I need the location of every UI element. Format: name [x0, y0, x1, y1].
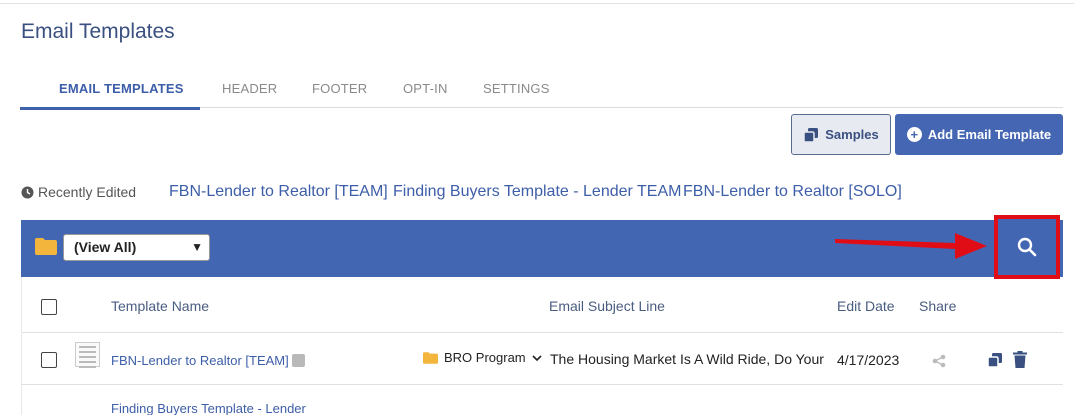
folder-icon — [423, 351, 438, 364]
plus-circle-icon: + — [906, 127, 922, 142]
table-row: FBN-Lender to Realtor [TEAM] BRO Program… — [21, 334, 1063, 385]
tab-bar: EMAIL TEMPLATES HEADER FOOTER OPT-IN SET… — [21, 70, 1063, 108]
subject-cell: The Housing Market Is A Wild Ride, Do Yo… — [550, 351, 824, 367]
tab-email-templates[interactable]: EMAIL TEMPLATES — [59, 70, 184, 108]
recently-edited-text: Recently Edited — [38, 184, 137, 200]
copy-icon — [803, 127, 819, 143]
column-template-name[interactable]: Template Name — [111, 298, 209, 314]
search-icon — [1017, 237, 1037, 257]
row-checkbox[interactable] — [41, 352, 57, 368]
template-name[interactable]: Finding Buyers Template - Lender — [111, 401, 306, 415]
share-icon[interactable] — [932, 354, 946, 368]
copy-icon[interactable] — [987, 352, 1003, 368]
active-tab-indicator — [20, 107, 200, 110]
table-row: Finding Buyers Template - Lender — [21, 385, 1063, 415]
chevron-down-icon — [532, 354, 542, 361]
page-title: Email Templates — [21, 20, 175, 43]
recently-edited-bar: Recently Edited — [21, 182, 136, 202]
search-button[interactable] — [994, 215, 1060, 279]
folder-filter-value: (View All) — [74, 239, 137, 255]
folder-icon — [35, 238, 57, 255]
template-name-cell[interactable]: FBN-Lender to Realtor [TEAM] — [111, 353, 305, 368]
table-header: Template Name Email Subject Line Edit Da… — [21, 277, 1063, 333]
recently-edited-label: Recently Edited — [21, 184, 136, 200]
template-name[interactable]: FBN-Lender to Realtor [TEAM] — [111, 353, 289, 368]
add-email-template-button[interactable]: + Add Email Template — [895, 114, 1063, 155]
folder-select[interactable]: BRO Program — [423, 350, 542, 365]
add-email-template-label: Add Email Template — [927, 127, 1052, 142]
folder-name: BRO Program — [444, 350, 526, 365]
tab-opt-in[interactable]: OPT-IN — [403, 70, 448, 108]
top-divider — [0, 3, 1074, 4]
annotation-arrow-icon — [835, 233, 987, 259]
recent-link-1[interactable]: FBN-Lender to Realtor [TEAM] — [169, 183, 388, 201]
samples-label: Samples — [825, 127, 879, 142]
tab-settings[interactable]: SETTINGS — [483, 70, 550, 108]
pencil-icon[interactable] — [291, 354, 305, 367]
tab-header[interactable]: HEADER — [222, 70, 277, 108]
samples-button[interactable]: Samples — [791, 114, 891, 155]
edit-date-cell: 4/17/2023 — [837, 352, 900, 368]
tab-footer[interactable]: FOOTER — [312, 70, 367, 108]
recent-link-3[interactable]: FBN-Lender to Realtor [SOLO] — [683, 183, 902, 201]
clock-icon — [21, 186, 34, 198]
trash-icon[interactable] — [1013, 351, 1027, 368]
column-edit-date[interactable]: Edit Date — [837, 298, 895, 314]
column-subject[interactable]: Email Subject Line — [549, 298, 665, 314]
column-share: Share — [919, 298, 957, 314]
recent-link-2[interactable]: Finding Buyers Template - Lender TEAM — [393, 183, 681, 201]
folder-filter-select[interactable]: (View All) ▼ — [63, 234, 210, 261]
template-thumbnail[interactable] — [75, 342, 100, 368]
chevron-down-icon: ▼ — [191, 240, 203, 254]
select-all-checkbox[interactable] — [41, 299, 57, 315]
